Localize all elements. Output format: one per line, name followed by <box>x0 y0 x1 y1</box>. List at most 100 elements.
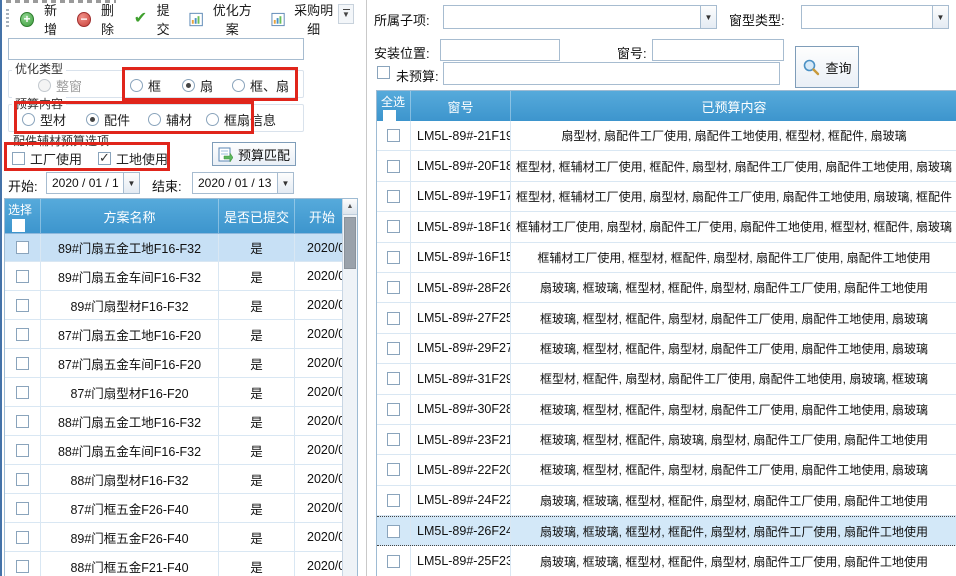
install-pos-input[interactable] <box>440 39 560 61</box>
chevron-down-icon[interactable]: ▼ <box>700 6 716 28</box>
window-grid-select-header[interactable]: 全选 <box>377 91 411 121</box>
radio-sash[interactable]: 扇 <box>182 76 213 95</box>
row-select-cell[interactable] <box>5 291 41 319</box>
row-checkbox[interactable] <box>387 372 400 385</box>
radio-whole-window[interactable]: 整窗 <box>38 76 82 95</box>
row-select-cell[interactable] <box>377 486 411 515</box>
row-checkbox[interactable] <box>16 415 29 428</box>
table-row[interactable]: 89#门扇五金工地F16-F32是2020/0 <box>5 233 357 262</box>
start-date-picker[interactable]: 2020 / 01 / 1 ▼ <box>46 172 140 194</box>
budget-content-header[interactable]: 已预算内容 <box>511 91 956 121</box>
table-row[interactable]: LM5L-89#-27F25框玻璃, 框型材, 框配件, 扇型材, 扇配件工厂使… <box>377 303 956 333</box>
radio-frame-sash[interactable]: 框、扇 <box>232 76 289 95</box>
row-checkbox[interactable] <box>387 281 400 294</box>
row-select-cell[interactable] <box>5 262 41 290</box>
row-checkbox[interactable] <box>16 531 29 544</box>
budget-match-button[interactable]: 预算匹配 <box>212 142 296 166</box>
table-row[interactable]: 89#门扇型材F16-F32是2020/0 <box>5 291 357 320</box>
table-row[interactable]: 87#门扇五金工地F16-F20是2020/0 <box>5 320 357 349</box>
row-checkbox[interactable] <box>387 160 400 173</box>
row-checkbox[interactable] <box>387 251 400 264</box>
chevron-down-icon[interactable]: ▼ <box>932 6 948 28</box>
row-select-cell[interactable] <box>377 243 411 272</box>
row-checkbox[interactable] <box>387 433 400 446</box>
row-select-cell[interactable] <box>5 552 41 576</box>
row-checkbox[interactable] <box>387 525 400 538</box>
row-checkbox[interactable] <box>387 312 400 325</box>
row-select-cell[interactable] <box>5 349 41 377</box>
row-select-cell[interactable] <box>377 546 411 575</box>
row-select-cell[interactable] <box>377 517 411 545</box>
row-select-cell[interactable] <box>377 151 411 180</box>
table-row[interactable]: LM5L-89#-28F26扇玻璃, 框玻璃, 框型材, 框配件, 扇型材, 扇… <box>377 273 956 303</box>
table-row[interactable]: LM5L-89#-23F21框玻璃, 框型材, 框配件, 扇玻璃, 扇型材, 扇… <box>377 425 956 455</box>
row-select-cell[interactable] <box>377 425 411 454</box>
row-select-cell[interactable] <box>377 303 411 332</box>
row-checkbox[interactable] <box>387 463 400 476</box>
row-checkbox[interactable] <box>387 403 400 416</box>
table-row[interactable]: LM5L-89#-16F15框辅材工厂使用, 框型材, 框配件, 扇型材, 扇配… <box>377 243 956 273</box>
row-select-cell[interactable] <box>5 407 41 435</box>
table-row[interactable]: 87#门框五金F26-F40是2020/0 <box>5 494 357 523</box>
not-budgeted-input[interactable] <box>443 62 780 85</box>
row-checkbox[interactable] <box>387 129 400 142</box>
row-select-cell[interactable] <box>377 182 411 211</box>
table-row[interactable]: LM5L-89#-29F27框玻璃, 框型材, 框配件, 扇型材, 扇配件工厂使… <box>377 334 956 364</box>
row-select-cell[interactable] <box>5 378 41 406</box>
table-row[interactable]: 88#门扇型材F16-F32是2020/0 <box>5 465 357 494</box>
submit-button[interactable]: ✔ 提交 <box>127 0 182 40</box>
row-checkbox[interactable] <box>387 494 400 507</box>
radio-frame-sash-info[interactable]: 框扇信息 <box>206 110 276 129</box>
table-row[interactable]: LM5L-89#-31F29框型材, 框配件, 扇型材, 扇配件工厂使用, 扇配… <box>377 364 956 394</box>
plan-grid-scrollbar[interactable]: ▲ <box>342 199 357 576</box>
table-row[interactable]: 88#门框五金F21-F40是2020/0 <box>5 552 357 576</box>
row-select-cell[interactable] <box>377 395 411 424</box>
row-checkbox[interactable] <box>16 560 29 573</box>
row-checkbox[interactable] <box>16 357 29 370</box>
row-select-cell[interactable] <box>377 212 411 241</box>
panel-splitter[interactable] <box>366 0 367 576</box>
not-budgeted-checkbox[interactable] <box>377 66 390 79</box>
table-row[interactable]: 89#门框五金F26-F40是2020/0 <box>5 523 357 552</box>
row-checkbox[interactable] <box>387 220 400 233</box>
table-row[interactable]: LM5L-89#-30F28框玻璃, 框型材, 框配件, 扇型材, 扇配件工厂使… <box>377 395 956 425</box>
radio-frame[interactable]: 框 <box>130 76 161 95</box>
table-row[interactable]: LM5L-89#-24F22扇玻璃, 框玻璃, 框型材, 框配件, 扇型材, 扇… <box>377 486 956 516</box>
row-checkbox[interactable] <box>16 386 29 399</box>
table-row[interactable]: LM5L-89#-25F23扇玻璃, 框玻璃, 框型材, 框配件, 扇型材, 扇… <box>377 546 956 576</box>
row-checkbox[interactable] <box>16 328 29 341</box>
delete-button[interactable]: − 删除 <box>70 0 127 40</box>
checkbox-factory-use[interactable]: 工厂使用 <box>12 149 82 168</box>
table-row[interactable]: LM5L-89#-21F19扇型材, 扇配件工厂使用, 扇配件工地使用, 框型材… <box>377 121 956 151</box>
row-checkbox[interactable] <box>387 190 400 203</box>
window-no-header[interactable]: 窗号 <box>411 91 511 121</box>
row-checkbox[interactable] <box>16 502 29 515</box>
toolbar-grip[interactable] <box>6 9 9 29</box>
plan-grid-select-header[interactable]: 选择 <box>5 199 41 233</box>
table-row[interactable]: LM5L-89#-26F24扇玻璃, 框玻璃, 框型材, 框配件, 扇型材, 扇… <box>377 516 956 546</box>
row-checkbox[interactable] <box>16 473 29 486</box>
toolbar-overflow-button[interactable]: ▼ <box>338 4 354 24</box>
sub-item-select[interactable]: ▼ <box>443 5 717 29</box>
row-select-cell[interactable] <box>377 334 411 363</box>
scrollbar-thumb[interactable] <box>344 217 356 269</box>
optimize-plan-button[interactable]: 优化方案 <box>182 0 264 40</box>
row-select-cell[interactable] <box>5 465 41 493</box>
window-type-select[interactable]: ▼ <box>801 5 949 29</box>
plan-name-header[interactable]: 方案名称 <box>41 199 219 233</box>
window-no-input[interactable] <box>652 39 784 61</box>
select-all-checkbox[interactable] <box>12 219 25 232</box>
row-select-cell[interactable] <box>5 523 41 551</box>
row-select-cell[interactable] <box>377 121 411 150</box>
radio-auxiliary[interactable]: 辅材 <box>148 110 192 129</box>
row-select-cell[interactable] <box>5 234 41 261</box>
row-checkbox[interactable] <box>16 270 29 283</box>
table-row[interactable]: LM5L-89#-18F16框辅材工厂使用, 扇型材, 扇配件工厂使用, 扇配件… <box>377 212 956 242</box>
table-row[interactable]: 88#门扇五金车间F16-F32是2020/0 <box>5 436 357 465</box>
row-select-cell[interactable] <box>5 320 41 348</box>
radio-accessory[interactable]: 配件 <box>86 110 130 129</box>
row-select-cell[interactable] <box>377 273 411 302</box>
table-row[interactable]: 89#门扇五金车间F16-F32是2020/0 <box>5 262 357 291</box>
scroll-up-icon[interactable]: ▲ <box>343 199 357 215</box>
row-checkbox[interactable] <box>387 342 400 355</box>
